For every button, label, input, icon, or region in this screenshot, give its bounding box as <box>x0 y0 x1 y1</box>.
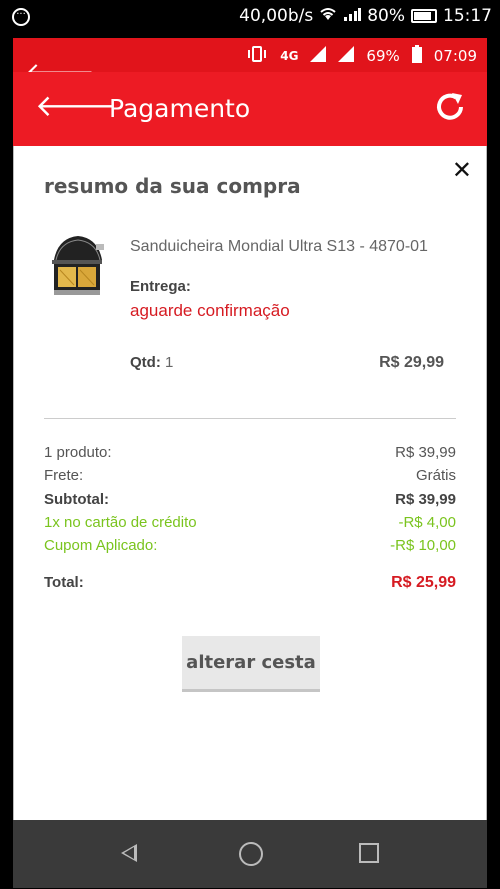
row-label: 1x no cartão de crédito <box>44 514 197 531</box>
divider <box>44 418 456 419</box>
signal-icon <box>310 46 327 66</box>
shipping-row: Frete: Grátis <box>44 467 456 489</box>
delivery-status: aguarde confirmação <box>130 301 290 320</box>
close-icon[interactable]: ✕ <box>452 156 472 184</box>
quantity: Qtd: 1 <box>130 354 173 371</box>
app-bar: 🡐 Pagamento <box>13 72 487 146</box>
quantity-value: 1 <box>165 354 174 371</box>
vibrate-icon <box>246 46 268 66</box>
row-label: Frete: <box>44 467 84 484</box>
card-discount-row: 1x no cartão de crédito -R$ 4,00 <box>44 514 456 536</box>
alter-cart-button[interactable]: alterar cesta <box>182 636 320 692</box>
back-arrow-icon[interactable]: 🡐 <box>35 92 115 122</box>
inner-status-bar: 🡐 4G 69% 07:09 <box>13 38 487 86</box>
item-price: R$ 29,99 <box>379 354 444 371</box>
nav-home-icon[interactable] <box>239 842 263 866</box>
row-value: R$ 39,99 <box>395 444 456 461</box>
notification-icon: ··· <box>12 8 30 26</box>
battery-icon <box>411 45 422 67</box>
battery-percent: 69% <box>366 47 400 65</box>
quantity-label: Qtd: <box>130 354 161 371</box>
row-value: R$ 39,99 <box>395 491 456 508</box>
network-type: 4G <box>280 49 299 63</box>
battery-percent: 80% <box>367 6 405 26</box>
wifi-icon <box>319 6 337 26</box>
row-label: 1 produto: <box>44 444 112 461</box>
row-value: -R$ 4,00 <box>398 514 456 531</box>
product-image[interactable] <box>48 230 106 300</box>
nav-recents-icon[interactable] <box>359 843 379 863</box>
delivery-label: Entrega: <box>130 278 191 295</box>
signal-icon <box>338 46 355 66</box>
order-summary-panel: ✕ resumo da sua compra Sanduicheira Mond… <box>13 146 487 836</box>
system-nav-bar <box>13 820 487 888</box>
nav-back-icon[interactable] <box>121 844 137 862</box>
row-value: -R$ 10,00 <box>390 537 456 554</box>
subtotal-row: Subtotal: R$ 39,99 <box>44 491 456 513</box>
outer-status-bar: ··· 40,00b/s 80% 15:17 <box>0 0 500 36</box>
row-value: Grátis <box>415 467 456 484</box>
refresh-icon[interactable] <box>433 90 467 124</box>
clock: 15:17 <box>443 6 492 26</box>
total-row: Total: R$ 25,99 <box>44 574 456 596</box>
total-label: Total: <box>44 574 84 591</box>
total-value: R$ 25,99 <box>391 574 456 591</box>
product-name[interactable]: Sanduicheira Mondial Ultra S13 - 4870-01 <box>130 238 428 256</box>
battery-icon <box>411 9 437 23</box>
row-label: Subtotal: <box>44 491 109 508</box>
products-row: 1 produto: R$ 39,99 <box>44 444 456 466</box>
signal-icon <box>343 6 362 26</box>
summary-heading: resumo da sua compra <box>44 174 301 198</box>
row-label: Cupom Aplicado: <box>44 537 158 554</box>
page-title: Pagamento <box>109 94 251 123</box>
coupon-row: Cupom Aplicado: -R$ 10,00 <box>44 537 456 559</box>
network-speed: 40,00b/s <box>239 6 314 26</box>
app-window: 🡐 4G 69% 07:09 🡐 Pagamento ✕ <box>13 38 487 888</box>
clock: 07:09 <box>433 47 477 65</box>
